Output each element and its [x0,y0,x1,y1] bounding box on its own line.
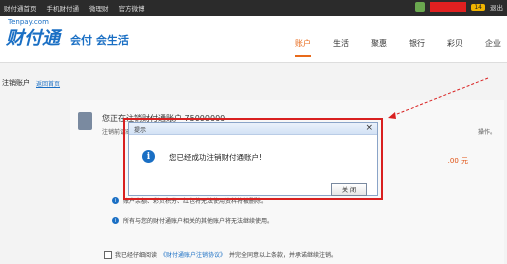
success-dialog: 提示 × i 您已经成功注销财付通账户! 关 闭 [128,122,378,196]
info-icon: i [112,217,119,224]
redacted-username [430,2,467,12]
nav-account[interactable]: 账户 [295,38,311,57]
agree-text-rest: 并完全同意以上条款，并承诺继续注销。 [229,252,338,259]
top-link-home[interactable]: 财付通首页 [4,3,37,13]
tenpay-logo[interactable]: Tenpay.com 财付通 [6,18,60,50]
back-home-link[interactable]: 返回首页 [36,79,60,88]
agree-text: 我已经仔细阅读 [115,252,158,259]
logo-text: 财付通 [6,28,60,49]
logo-domain: Tenpay.com [8,18,49,26]
nav-life[interactable]: 生活 [333,38,349,57]
info-icon: i [112,197,119,204]
info-text: 所有与您的财付通账户相关的其他账户将无法继续使用。 [123,218,274,225]
top-links: 财付通首页 手机财付通 微理财 官方微博 [4,3,145,13]
breadcrumb: 注销账户 返回首页 [0,73,507,93]
page-title: 注销账户 [2,79,30,87]
badge-count[interactable]: 14 [471,3,485,11]
nav-deals[interactable]: 聚惠 [371,38,387,57]
nav-business[interactable]: 企业 [485,38,501,57]
close-button[interactable]: 关 闭 [331,183,367,196]
avatar[interactable] [415,2,426,12]
dialog-titlebar: 提示 × [129,123,377,135]
top-link-weibo[interactable]: 官方微博 [119,3,145,13]
agreement-row: 我已经仔细阅读 《财付通账户注销协议》 并完全同意以上条款，并承诺继续注销。 [104,250,337,259]
nav-bank[interactable]: 银行 [409,38,425,57]
info-icon: i [142,150,155,163]
site-header: Tenpay.com 财付通 会付 会生活 账户 生活 聚惠 银行 彩贝 企业 [0,16,507,63]
top-link-mobile[interactable]: 手机财付通 [47,3,80,13]
nav-caibei[interactable]: 彩贝 [447,38,463,57]
balance-amount: .00 元 [447,157,468,165]
agreement-link[interactable]: 《财付通账户注销协议》 [160,250,226,259]
main-nav: 账户 生活 聚惠 银行 彩贝 企业 [295,38,501,57]
top-bar: 财付通首页 手机财付通 微理财 官方微博 14 退出 [0,0,507,16]
logout-link[interactable]: 退出 [490,2,503,12]
close-icon[interactable]: × [365,123,373,134]
dialog-title: 提示 [134,127,147,134]
info-item: i 所有与您的财付通账户相关的其他账户将无法继续使用。 [112,216,273,225]
top-link-wealth[interactable]: 微理财 [89,3,109,13]
slogan: 会付 会生活 [70,34,129,47]
notice-text-end: 操作。 [477,129,496,136]
trash-icon [78,112,92,130]
dialog-message: 您已经成功注销财付通账户! [169,153,263,162]
user-area: 14 退出 [415,2,503,12]
agree-checkbox[interactable] [104,250,112,259]
